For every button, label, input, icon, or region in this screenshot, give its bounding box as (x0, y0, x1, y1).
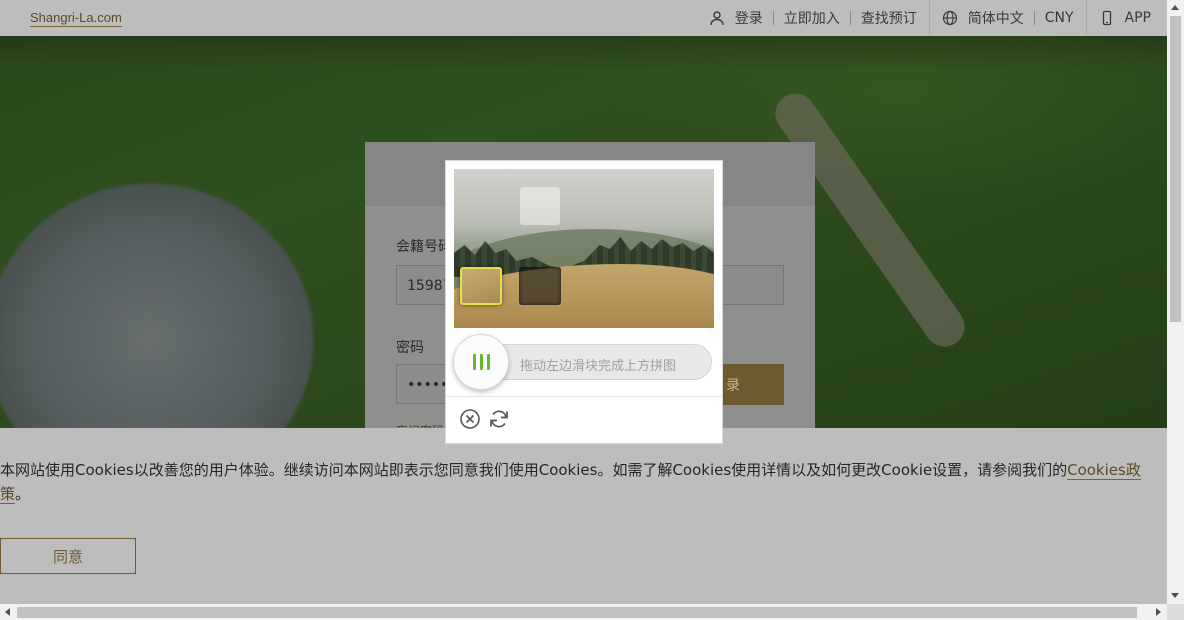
user-nav-group: 登录 立即加入 查找预订 (697, 0, 929, 36)
login-button-label: 录 (726, 377, 740, 394)
nav-divider (772, 11, 774, 25)
vertical-scrollbar[interactable] (1167, 0, 1184, 604)
puzzle-ghost-slot (520, 187, 560, 225)
refresh-icon[interactable] (488, 408, 510, 430)
captcha-footer (446, 396, 722, 444)
mobile-phone-icon (1099, 10, 1115, 26)
close-circle-icon[interactable] (459, 408, 481, 430)
captcha-puzzle-image (454, 169, 714, 328)
grip-line (479, 354, 483, 370)
horizontal-scroll-thumb[interactable] (17, 607, 1137, 618)
scroll-left-arrow-icon[interactable] (5, 608, 10, 616)
login-link[interactable]: 登录 (735, 8, 763, 28)
app-label[interactable]: APP (1125, 10, 1151, 26)
password-label: 密码 (396, 340, 424, 356)
scroll-right-arrow-icon[interactable] (1156, 608, 1161, 616)
scroll-down-arrow-icon[interactable] (1171, 593, 1179, 598)
nav-divider (1033, 11, 1035, 25)
user-icon (709, 10, 725, 26)
app-link[interactable]: APP (1087, 0, 1167, 36)
cookie-consent-banner: 本网站使用Cookies以改善您的用户体验。继续访问本网站即表示您同意我们使用C… (0, 428, 1167, 604)
grip-line (472, 354, 476, 370)
member-number-label: 会籍号码 (396, 239, 452, 255)
slider-hint-text: 拖动左边滑块完成上方拼图 (520, 359, 677, 374)
nav-right-group: 登录 立即加入 查找预订 简体中文 CNY APP (697, 0, 1167, 36)
nav-divider (849, 11, 851, 25)
language-label[interactable]: 简体中文 (968, 8, 1024, 28)
grip-line (486, 354, 490, 370)
scrollbar-corner (1167, 604, 1184, 620)
locale-selector[interactable]: 简体中文 CNY (930, 0, 1086, 36)
currency-label[interactable]: CNY (1045, 10, 1074, 26)
agree-button[interactable]: 同意 (0, 538, 136, 574)
horizontal-scrollbar[interactable] (0, 604, 1167, 620)
cookie-period: 。 (15, 485, 31, 503)
cookie-notice-text: 本网站使用Cookies以改善您的用户体验。继续访问本网站即表示您同意我们使用C… (0, 458, 1160, 506)
puzzle-piece[interactable] (460, 267, 502, 305)
slider-captcha-dialog: 拖动左边滑块完成上方拼图 (445, 160, 723, 444)
puzzle-target-slot (519, 267, 561, 305)
agree-button-label: 同意 (52, 547, 83, 566)
shangri-la-home-link[interactable]: Shangri-La.com (30, 10, 122, 27)
cookie-notice-body: 本网站使用Cookies以改善您的用户体验。继续访问本网站即表示您同意我们使用C… (0, 461, 1068, 479)
join-link[interactable]: 立即加入 (784, 8, 840, 28)
find-booking-link[interactable]: 查找预订 (861, 8, 917, 28)
globe-icon (942, 10, 958, 26)
scroll-up-arrow-icon[interactable] (1171, 5, 1179, 10)
top-navigation-bar: Shangri-La.com 登录 立即加入 查找预订 简体中文 CNY APP (0, 0, 1167, 36)
slider-handle[interactable] (453, 334, 509, 390)
vertical-scroll-thumb[interactable] (1170, 16, 1181, 322)
